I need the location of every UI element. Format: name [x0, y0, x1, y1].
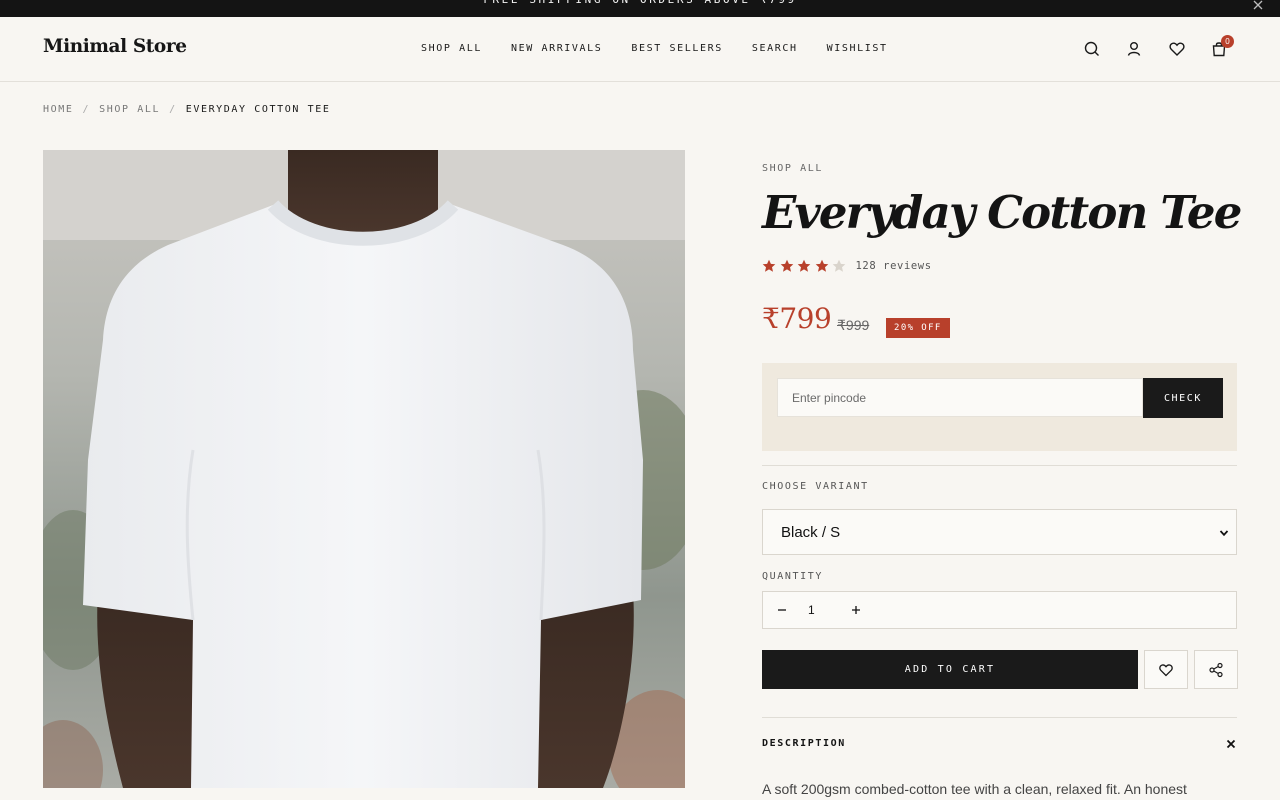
- search-icon[interactable]: [1083, 40, 1101, 58]
- star-icon: [797, 259, 811, 273]
- heart-icon[interactable]: [1168, 40, 1186, 58]
- review-count[interactable]: 128 reviews: [856, 260, 932, 272]
- pincode-input[interactable]: [777, 378, 1143, 417]
- description-toggle[interactable]: DESCRIPTION: [762, 738, 846, 749]
- breadcrumb-home[interactable]: HOME: [43, 104, 73, 115]
- share-icon: [1209, 662, 1223, 678]
- add-to-wishlist-button[interactable]: [1144, 650, 1188, 689]
- product-image[interactable]: [43, 150, 685, 788]
- announcement-bar: FREE SHIPPING ON ORDERS ABOVE ₹799: [0, 0, 1280, 17]
- quantity-stepper: 1: [762, 591, 1237, 629]
- plus-icon[interactable]: [849, 603, 863, 617]
- account-icon[interactable]: [1125, 40, 1143, 58]
- chevron-down-icon: [1218, 527, 1230, 539]
- description-text: A soft 200gsm combed-cotton tee with a c…: [762, 781, 1187, 797]
- nav-shop-all[interactable]: SHOP ALL: [421, 43, 482, 54]
- discount-badge: 20% OFF: [886, 318, 950, 338]
- breadcrumb-separator: /: [82, 104, 91, 115]
- divider: [762, 717, 1237, 718]
- cart-icon[interactable]: 0: [1210, 35, 1234, 58]
- heart-icon: [1159, 664, 1173, 677]
- variant-label: CHOOSE VARIANT: [762, 481, 869, 492]
- site-header: Minimal Store SHOP ALL NEW ARRIVALS BEST…: [0, 17, 1280, 82]
- compare-at-price: ₹999: [837, 317, 870, 333]
- announcement-text: FREE SHIPPING ON ORDERS ABOVE ₹799: [0, 0, 1280, 9]
- add-to-cart-button[interactable]: ADD TO CART: [762, 650, 1138, 689]
- nav-new-arrivals[interactable]: NEW ARRIVALS: [511, 43, 602, 54]
- sale-price: ₹799: [762, 302, 832, 335]
- check-pincode-button[interactable]: CHECK: [1143, 378, 1223, 418]
- breadcrumb-separator: /: [169, 104, 177, 115]
- divider: [762, 465, 1237, 466]
- breadcrumb: HOME / SHOP ALL / EVERYDAY COTTON TEE: [43, 104, 331, 115]
- nav-search[interactable]: SEARCH: [752, 43, 798, 54]
- star-icon: [762, 259, 776, 273]
- main-nav: SHOP ALL NEW ARRIVALS BEST SELLERS SEARC…: [421, 43, 917, 54]
- pincode-checker: CHECK: [762, 363, 1237, 451]
- close-icon[interactable]: [1226, 739, 1236, 749]
- variant-select[interactable]: Black / S: [762, 509, 1237, 555]
- cart-count-badge: 0: [1221, 35, 1234, 48]
- product-collection-label: SHOP ALL: [762, 163, 823, 174]
- star-empty-icon: [832, 259, 846, 273]
- minus-icon[interactable]: [775, 603, 789, 617]
- star-icon: [780, 259, 794, 273]
- product-title: Everyday Cotton Tee: [762, 186, 1242, 239]
- quantity-label: QUANTITY: [762, 571, 823, 582]
- nav-wishlist[interactable]: WISHLIST: [827, 43, 888, 54]
- close-icon[interactable]: [1251, 0, 1265, 12]
- star-icon: [815, 259, 829, 273]
- variant-selected-value: Black / S: [781, 524, 841, 541]
- quantity-value[interactable]: 1: [808, 603, 815, 617]
- nav-best-sellers[interactable]: BEST SELLERS: [631, 43, 722, 54]
- breadcrumb-current: EVERYDAY COTTON TEE: [185, 104, 331, 115]
- breadcrumb-collection[interactable]: SHOP ALL: [99, 104, 160, 115]
- share-button[interactable]: [1194, 650, 1238, 689]
- store-logo[interactable]: Minimal Store: [43, 36, 187, 57]
- product-rating[interactable]: 128 reviews: [762, 259, 932, 273]
